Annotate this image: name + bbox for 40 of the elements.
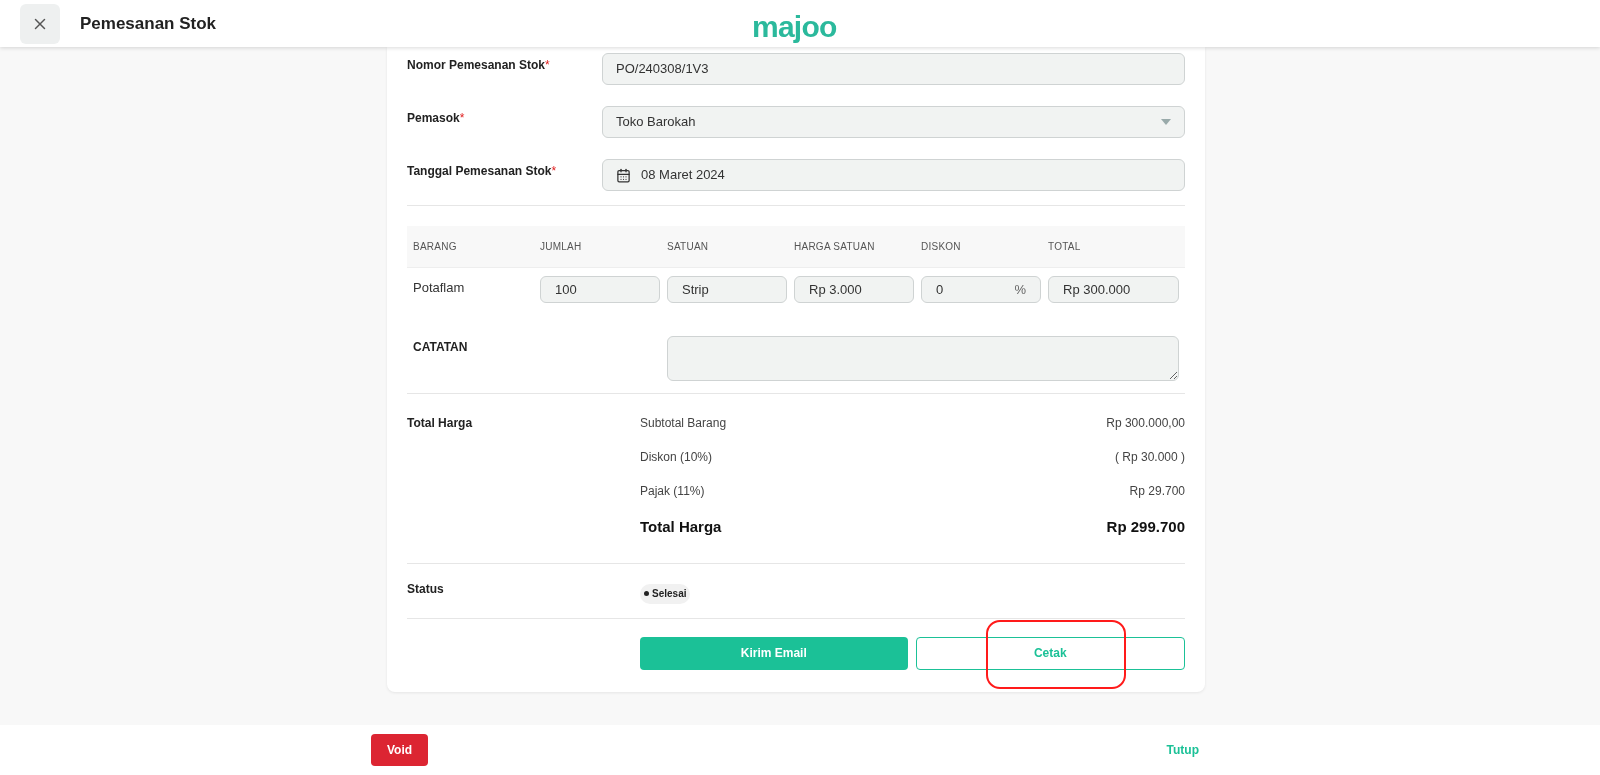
summary-label: Pajak (11%)	[640, 483, 705, 500]
total-label: Total Harga	[640, 517, 722, 537]
field-label: Tanggal Pemesanan Stok	[407, 163, 552, 180]
page-title: Pemesanan Stok	[80, 12, 217, 35]
summary-label: Subtotal Barang	[640, 415, 727, 432]
required-asterisk: *	[459, 110, 465, 127]
supplier-dropdown[interactable]: Toko Barokah	[602, 106, 1185, 138]
summary-value: Rp 300.000,00	[1106, 415, 1185, 432]
notes-field[interactable]	[667, 336, 1179, 381]
status-badge: Selesai	[640, 583, 691, 604]
date-field[interactable]: 08 Maret 2024	[602, 159, 1185, 191]
price-field[interactable]: Rp 3.000	[794, 276, 914, 303]
item-name: Potaflam	[413, 279, 466, 297]
summary-value: ( Rp 30.000 )	[1114, 449, 1185, 466]
total-value: Rp 299.700	[1106, 517, 1185, 537]
discount-field[interactable]: 0 %	[921, 276, 1041, 303]
total-field[interactable]: Rp 300.000	[1048, 276, 1179, 303]
close-button[interactable]	[20, 3, 60, 44]
column-header: DISKON	[921, 240, 962, 254]
summary-label: Diskon (10%)	[640, 449, 713, 466]
caret-icon	[1161, 119, 1171, 125]
calendar-icon	[616, 167, 631, 183]
column-header: JUMLAH	[540, 240, 583, 254]
field-label: Pemasok	[407, 110, 460, 127]
notes-label: CATATAN	[413, 339, 469, 356]
status-label: Status	[407, 580, 445, 598]
section-label: Total Harga	[407, 415, 474, 432]
column-header: BARANG	[413, 240, 458, 254]
logo: majoo	[752, 9, 837, 45]
column-header: SATUAN	[667, 240, 710, 254]
summary-value: Rp 29.700	[1129, 483, 1185, 500]
field-label: Nomor Pemesanan Stok	[407, 57, 546, 74]
input-field[interactable]: PO/240308/1V3	[602, 53, 1185, 85]
void-button[interactable]: Void	[371, 734, 429, 766]
unit-field[interactable]: Strip	[667, 276, 787, 303]
column-header: TOTAL	[1048, 240, 1082, 254]
required-asterisk: *	[551, 163, 557, 180]
column-header: HARGA SATUAN	[794, 240, 876, 254]
quantity-field[interactable]: 100	[540, 276, 660, 303]
required-asterisk: *	[545, 57, 550, 74]
